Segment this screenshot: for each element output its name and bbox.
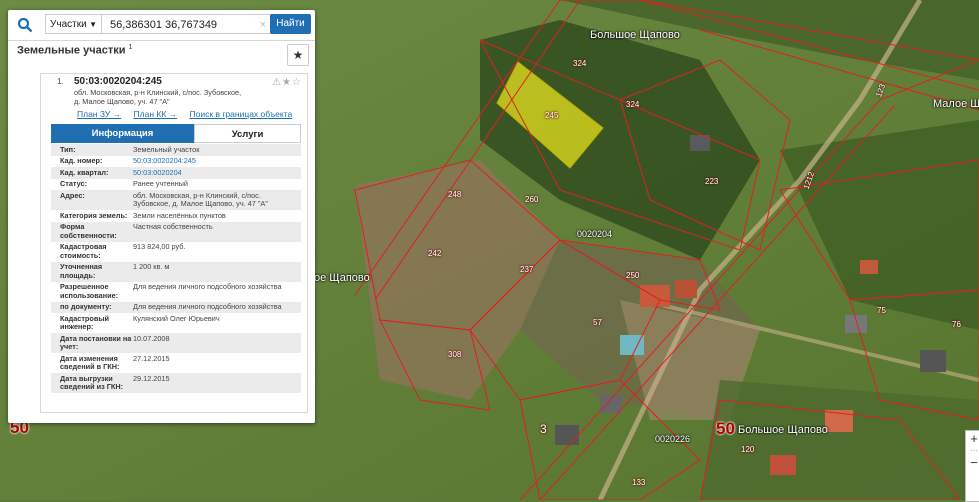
favorite-star-icon[interactable]: ★: [287, 44, 309, 66]
result-count: 1: [128, 44, 133, 51]
row-label: Дата постановки на учет:: [60, 333, 132, 351]
table-row: Дата изменения сведений в ГКН: 27.12.2015: [51, 353, 301, 373]
locality-label: ое Щапово: [314, 272, 370, 284]
parcel-number[interactable]: 260: [525, 195, 538, 204]
row-label: Статус:: [60, 179, 88, 188]
clear-icon[interactable]: ×: [260, 15, 266, 35]
row-value: 10.07.2008: [133, 333, 170, 343]
row-value: 913 824,00 руб.: [133, 242, 186, 251]
row-label: Тип:: [60, 144, 76, 154]
parcel-number[interactable]: 3: [540, 422, 547, 436]
address-line: обл. Московская, р-н Клинский, с/пос. Зу…: [74, 88, 242, 97]
parcel-number[interactable]: 76: [952, 320, 961, 329]
table-row: Адрес: обл. Московская, р-н Клинский, с/п…: [51, 190, 301, 210]
table-row: Кад. номер: 50:03:0020204:245: [51, 156, 301, 168]
plan-kk-link[interactable]: План КК →: [134, 109, 178, 119]
search-query: 56,386301 36,767349: [110, 19, 218, 31]
locality-label: Большое Щапово: [738, 424, 828, 436]
row-value[interactable]: 50:03:0020204:245: [133, 156, 301, 166]
parcel-number[interactable]: 245: [545, 111, 558, 120]
row-label: Кад. квартал:: [60, 167, 109, 177]
row-label: Категория земель:: [60, 210, 128, 220]
parcel-number[interactable]: 308: [448, 350, 461, 359]
tab-services[interactable]: Услуги: [194, 124, 301, 143]
table-row: Дата постановки на учет: 10.07.2008: [51, 333, 301, 353]
row-label: по документу:: [60, 302, 112, 311]
table-row: по документу: Для ведения личного подсобн…: [51, 301, 301, 313]
parcel-number[interactable]: 75: [877, 306, 886, 315]
panel-title-text: Земельные участки: [17, 44, 126, 57]
row-value: 1 200 кв. м: [133, 262, 170, 271]
table-row: Кадастровый инженер: Кулянский Олег Юрьев…: [51, 313, 301, 333]
row-label: Форма собственности:: [60, 222, 117, 240]
warning-star-icons[interactable]: ⚠★☆: [272, 77, 302, 88]
row-label: Дата выгрузки сведений из ГКН:: [60, 373, 124, 391]
search-bar: Участки ▼ 56,386301 36,767349 × Найти: [8, 10, 315, 41]
row-label: Дата изменения сведений в ГКН:: [60, 353, 120, 371]
row-value: Ранее учтенный: [133, 179, 189, 188]
tab-info[interactable]: Информация: [51, 124, 194, 143]
table-row: Разрешенное использование: Для ведения ли…: [51, 282, 301, 302]
address-line: д. Малое Щапово, уч. 47 "А": [74, 97, 170, 106]
card-index: 1.: [57, 77, 64, 86]
row-label: Кадастровая стоимость:: [60, 242, 107, 260]
quarter-label: 0020204: [577, 229, 613, 239]
zoom-control: + ⋯ −: [965, 430, 979, 502]
row-label: Кадастровый инженер:: [60, 313, 110, 331]
row-label: Адрес:: [60, 190, 85, 200]
parcel-number[interactable]: 242: [428, 249, 441, 258]
row-label: Кад. номер:: [60, 156, 103, 165]
region-number: 50: [716, 419, 735, 438]
locality-label: Малое Щапо: [933, 98, 979, 110]
search-input[interactable]: 56,386301 36,767349 ×: [102, 14, 272, 34]
table-row: Форма собственности: Частная собственност…: [51, 221, 301, 242]
table-row: Тип: Земельный участок: [51, 144, 301, 156]
row-value: Для ведения личного подсобного хозяйства: [133, 282, 282, 291]
row-value: Для ведения личного подсобного хозяйства: [133, 302, 282, 311]
search-type-select[interactable]: Участки ▼: [45, 14, 102, 34]
attributes-table: Тип: Земельный участок Кад. номер: 50:03:00…: [51, 144, 301, 393]
cadastral-id[interactable]: 50:03:0020204:245: [74, 76, 162, 87]
parcel-number[interactable]: 223: [705, 177, 718, 186]
row-value: Земельный участок: [133, 144, 200, 154]
table-row: Кад. квартал: 50:03:0020204: [51, 167, 301, 179]
table-row: Статус: Ранее учтенный: [51, 179, 301, 191]
row-value: Земли населённых пунктов: [133, 210, 226, 220]
row-label: Уточненная площадь:: [60, 262, 103, 280]
row-value: Частная собственность: [133, 222, 213, 231]
row-value: 27.12.2015: [133, 353, 170, 363]
parcel-card: 1. 50:03:0020204:245 ⚠★☆ обл. Московская…: [40, 73, 308, 413]
table-row: Дата выгрузки сведений из ГКН: 29.12.2015: [51, 373, 301, 393]
zoom-out-button[interactable]: −: [966, 455, 979, 470]
row-value: обл. Московская, р-н Клинский, с/пос. Зу…: [133, 190, 268, 208]
parcel-number[interactable]: 57: [593, 318, 602, 327]
search-type-label: Участки: [50, 19, 87, 30]
table-row: Категория земель: Земли населённых пункто…: [51, 210, 301, 222]
plan-zu-link[interactable]: План ЗУ →: [77, 109, 121, 119]
panel-title: Земельные участки 1: [17, 44, 132, 57]
parcel-number[interactable]: 250: [626, 271, 639, 280]
row-value: 29.12.2015: [133, 373, 170, 383]
row-label: Разрешенное использование:: [60, 282, 119, 300]
locality-label: Большое Щапово: [590, 29, 680, 41]
parcel-number[interactable]: 120: [741, 445, 754, 454]
card-tabs: Информация Услуги: [51, 124, 301, 143]
parcel-number[interactable]: 133: [632, 478, 645, 487]
table-row: Кадастровая стоимость: 913 824,00 руб.: [51, 242, 301, 262]
parcel-number[interactable]: 324: [573, 59, 586, 68]
zoom-divider: ⋯: [970, 446, 978, 455]
row-value[interactable]: 50:03:0020204: [133, 168, 301, 178]
quarter-label: 0020226: [655, 434, 691, 444]
chevron-down-icon: ▼: [89, 20, 97, 29]
find-button[interactable]: Найти: [270, 14, 311, 34]
zoom-in-button[interactable]: +: [966, 431, 979, 446]
table-row: Уточненная площадь: 1 200 кв. м: [51, 261, 301, 282]
row-value: Кулянский Олег Юрьевич: [133, 313, 220, 323]
search-icon[interactable]: [17, 17, 33, 33]
parcel-number[interactable]: 237: [520, 265, 533, 274]
info-panel: Участки ▼ 56,386301 36,767349 × Найти Зе…: [8, 10, 315, 423]
card-address: обл. Московская, р-н Клинский, с/пос. Зу…: [74, 88, 241, 106]
parcel-number[interactable]: 324: [626, 100, 639, 109]
parcel-number[interactable]: 248: [448, 190, 461, 199]
